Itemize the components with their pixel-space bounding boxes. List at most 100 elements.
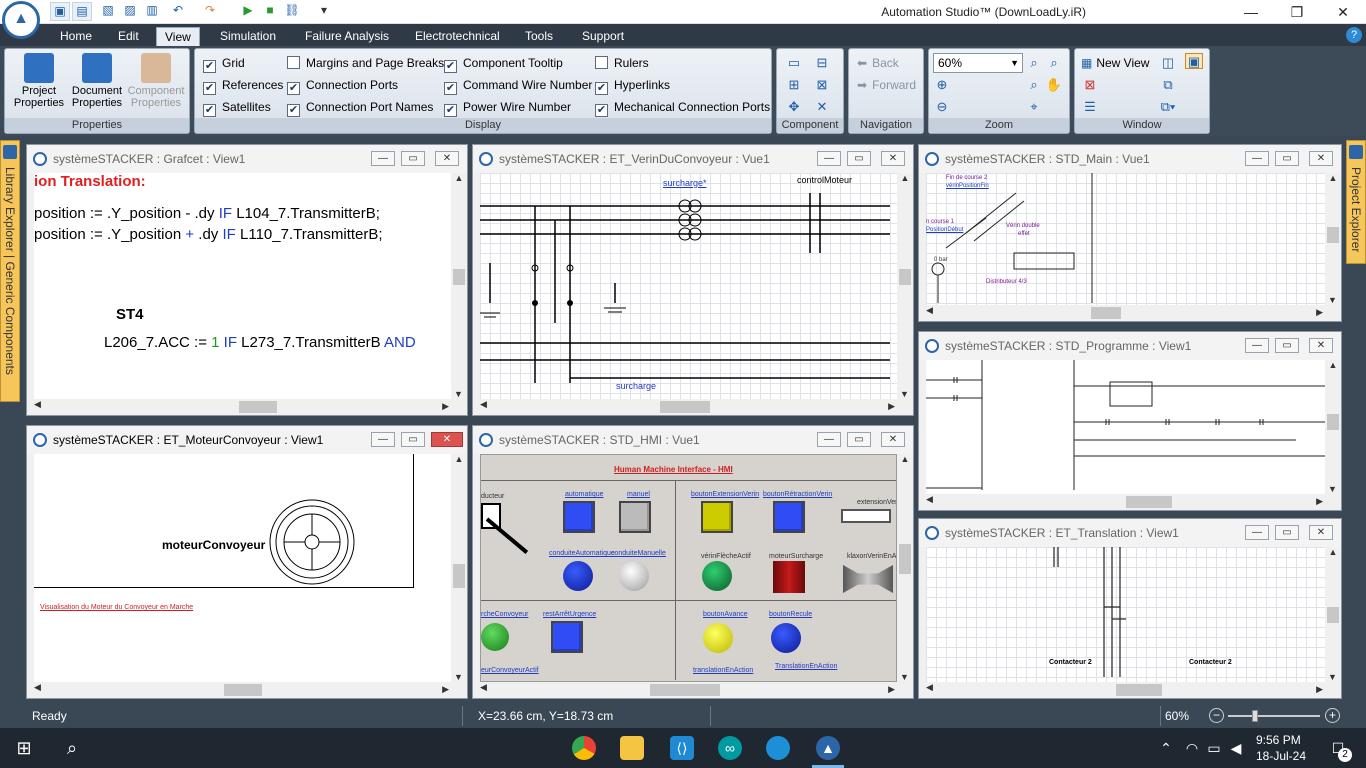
window-minimize-button[interactable]: — [817, 151, 841, 166]
grid-checkbox[interactable]: ✔ Grid [203, 55, 245, 73]
window-close-button[interactable]: ✕ [1309, 151, 1333, 166]
vertical-scrollbar[interactable]: ▲ ▼ [1325, 173, 1341, 305]
stop-icon[interactable]: ■ [260, 2, 280, 21]
convoyeur-green-button[interactable] [481, 623, 509, 651]
command-wire-checkbox[interactable]: ✔ Command Wire Number [444, 77, 592, 95]
margins-checkbox[interactable]: Margins and Page Breaks [287, 55, 444, 71]
window-close-button[interactable]: ✕ [881, 151, 905, 166]
component-tooltip-checkbox[interactable]: ✔ Component Tooltip [444, 55, 563, 73]
toolbar-new-icon[interactable]: ▤ [72, 2, 92, 21]
component-move-icon[interactable]: ✥ [785, 99, 803, 115]
project-properties-button[interactable]: Project Properties [9, 53, 69, 109]
avance-button[interactable] [703, 623, 733, 653]
close-all-windows-icon[interactable]: ⊠ [1081, 77, 1099, 93]
grafcet-canvas[interactable]: ion Translation: position := .Y_position… [34, 173, 451, 399]
component-align-icon[interactable]: ⊟ [813, 55, 831, 71]
quick-access-dropdown-icon[interactable]: ▾ [314, 2, 334, 21]
extension-verin-button[interactable] [701, 501, 733, 533]
retraction-verin-button[interactable] [773, 501, 805, 533]
rulers-checkbox[interactable]: Rulers [595, 55, 649, 71]
switch-window-icon[interactable]: ⧉▾ [1159, 99, 1177, 115]
file-explorer-icon[interactable] [620, 736, 644, 760]
hyperlinks-checkbox[interactable]: ✔ Hyperlinks [595, 77, 670, 95]
zoom-out-icon[interactable]: − [1209, 708, 1224, 723]
tab-home[interactable]: Home [52, 27, 100, 46]
tab-view[interactable]: View [156, 27, 200, 46]
edge-icon[interactable] [766, 736, 790, 760]
window-maximize-button[interactable]: ▭ [1275, 525, 1299, 540]
tab-failure-analysis[interactable]: Failure Analysis [297, 27, 397, 46]
window-std-main[interactable]: systèmeSTACKER : STD_Main : Vue1 — ▭ ✕ Fin… [918, 144, 1342, 322]
play-icon[interactable]: ▶ [238, 2, 258, 21]
vertical-scrollbar[interactable]: ▲ ▼ [897, 454, 913, 682]
app-logo-icon[interactable]: ▲ [2, 1, 40, 39]
close-button[interactable]: ✕ [1320, 0, 1366, 24]
zoom-slider-thumb[interactable] [1252, 710, 1258, 722]
zoom-fit-icon[interactable]: ⌕ [1045, 55, 1063, 71]
tab-simulation[interactable]: Simulation [212, 27, 284, 46]
restore-button[interactable]: ❐ [1274, 0, 1320, 24]
tile-vertical-icon[interactable]: ◫ [1159, 55, 1177, 71]
window-title-bar[interactable]: systèmeSTACKER : ET_Translation : View1 … [919, 519, 1341, 547]
window-minimize-button[interactable]: — [1245, 338, 1269, 353]
library-explorer-panel[interactable]: Library Explorer | Generic Components [0, 140, 20, 402]
window-title-bar[interactable]: systèmeSTACKER : STD_Main : Vue1 — ▭ ✕ [919, 145, 1341, 173]
translation-canvas[interactable]: Contacteur 2 Contacteur 2 [926, 547, 1325, 682]
window-close-button[interactable]: ✕ [1309, 338, 1333, 353]
window-std-hmi[interactable]: systèmeSTACKER : STD_HMI : Vue1 — ▭ ✕ Huma… [472, 425, 914, 699]
arduino-icon[interactable]: ∞ [718, 736, 742, 760]
vertical-scrollbar[interactable]: ▲ ▼ [451, 454, 467, 682]
clock-date[interactable]: 18-Jul-24 [1256, 749, 1306, 763]
window-close-button[interactable]: ✕ [431, 432, 463, 447]
network-icon[interactable]: ⛓ [282, 2, 302, 21]
window-verin-convoyeur[interactable]: systèmeSTACKER : ET_VerinDuConvoyeur : V… [472, 144, 914, 416]
component-group-icon[interactable]: ⊠ [813, 77, 831, 93]
window-moteur-convoyeur[interactable]: systèmeSTACKER : ET_MoteurConvoyeur : Vi… [26, 425, 468, 699]
reset-arret-button[interactable] [551, 621, 583, 653]
tab-electrotechnical[interactable]: Electrotechnical [407, 27, 508, 46]
automation-studio-icon[interactable]: ▲ [816, 736, 840, 760]
window-minimize-button[interactable]: — [1245, 151, 1269, 166]
horizontal-scrollbar[interactable]: ◀ ▶ [480, 682, 897, 698]
power-wire-checkbox[interactable]: ✔ Power Wire Number [444, 99, 571, 117]
cascade-window-icon[interactable]: ▣ [1185, 53, 1203, 69]
zoom-page-icon[interactable]: ⌕ [1025, 77, 1043, 93]
window-minimize-button[interactable]: — [1245, 525, 1269, 540]
horizontal-scrollbar[interactable]: ◀ ▶ [926, 494, 1325, 510]
minimize-button[interactable]: — [1228, 0, 1274, 24]
toolbar-save-as-icon[interactable]: ▥ [142, 2, 162, 21]
horizontal-scrollbar[interactable]: ◀ ▶ [926, 305, 1325, 321]
references-checkbox[interactable]: ✔ References [203, 77, 283, 95]
component-properties-button[interactable]: Component Properties [125, 53, 187, 109]
toolbar-copy-icon[interactable]: ▧ [98, 2, 118, 21]
zoom-out-icon[interactable]: ⊖ [933, 99, 951, 115]
tab-tools[interactable]: Tools [517, 27, 561, 46]
connection-port-names-checkbox[interactable]: ✔ Connection Port Names [287, 99, 433, 117]
window-grafcet[interactable]: systèmeSTACKER : Grafcet : View1 — ▭ ✕ ion… [26, 144, 468, 416]
help-icon[interactable]: ? [1346, 27, 1362, 43]
hmi-canvas[interactable]: Human Machine Interface - HMI ducteur au… [480, 454, 897, 682]
window-close-button[interactable]: ✕ [881, 432, 905, 447]
manuel-button[interactable] [619, 501, 651, 533]
component-id-icon[interactable]: ▭ [785, 55, 803, 71]
zoom-slider[interactable] [1228, 715, 1320, 717]
document-properties-button[interactable]: Document Properties [67, 53, 127, 109]
tile-horizontal-icon[interactable]: ☰ [1081, 99, 1099, 115]
satellites-checkbox[interactable]: ✔ Satellites [203, 99, 271, 117]
motor-canvas[interactable]: moteurConvoyeur Visualisation du Moteur … [34, 454, 451, 682]
window-close-button[interactable]: ✕ [435, 151, 459, 166]
zoom-window-icon[interactable]: ⌕ [1025, 55, 1043, 71]
undo-icon[interactable]: ↶ [168, 2, 188, 21]
window-maximize-button[interactable]: ▭ [1275, 338, 1299, 353]
forward-button[interactable]: ➡ Forward [857, 77, 916, 93]
component-cross-icon[interactable]: ✕ [813, 99, 831, 115]
vertical-scrollbar[interactable]: ▲ ▼ [897, 173, 913, 399]
volume-icon[interactable]: ◀ [1224, 736, 1248, 760]
recule-button[interactable] [771, 623, 801, 653]
clock-time[interactable]: 9:56 PM [1256, 733, 1301, 747]
window-title-bar[interactable]: systèmeSTACKER : ET_VerinDuConvoyeur : V… [473, 145, 913, 173]
window-maximize-button[interactable]: ▭ [1275, 151, 1299, 166]
zoom-in-icon[interactable]: + [1325, 708, 1340, 723]
window-et-translation[interactable]: systèmeSTACKER : ET_Translation : View1 … [918, 518, 1342, 699]
window-std-programme[interactable]: systèmeSTACKER : STD_Programme : View1 —… [918, 331, 1342, 511]
